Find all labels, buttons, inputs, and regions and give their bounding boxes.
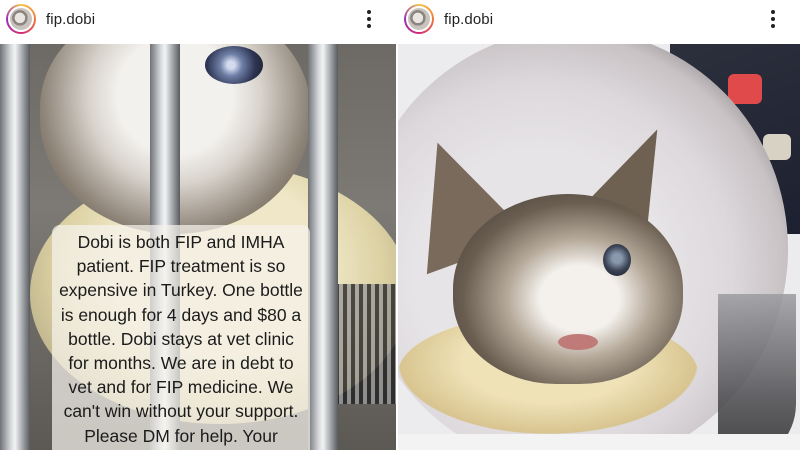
floor bbox=[398, 434, 800, 450]
cat-eye bbox=[205, 46, 263, 84]
more-options-icon[interactable] bbox=[766, 8, 780, 30]
cat-nose bbox=[558, 334, 598, 350]
more-options-icon[interactable] bbox=[362, 8, 376, 30]
post-photo: Dobi is both FIP and IMHA patient. FIP t… bbox=[0, 44, 396, 450]
cage-bar bbox=[308, 44, 338, 450]
fabric-pattern bbox=[728, 74, 762, 104]
avatar-image bbox=[406, 6, 432, 32]
instagram-post-left: fip.dobi Dobi is both FIP and IMHA patie… bbox=[0, 0, 396, 450]
cat-head bbox=[453, 194, 683, 384]
post-header: fip.dobi bbox=[398, 0, 800, 38]
post-header: fip.dobi bbox=[0, 0, 396, 38]
cone-rim bbox=[718, 294, 796, 450]
cage-bar bbox=[0, 44, 30, 450]
post-photo bbox=[398, 44, 800, 450]
story-caption: Dobi is both FIP and IMHA patient. FIP t… bbox=[52, 225, 310, 450]
profile-avatar[interactable] bbox=[6, 4, 36, 34]
avatar-image bbox=[8, 6, 34, 32]
instagram-post-right: fip.dobi bbox=[398, 0, 800, 450]
cat-eye bbox=[603, 244, 631, 276]
username[interactable]: fip.dobi bbox=[444, 11, 493, 28]
cage-grill bbox=[335, 284, 396, 404]
username[interactable]: fip.dobi bbox=[46, 11, 95, 28]
profile-avatar[interactable] bbox=[404, 4, 434, 34]
